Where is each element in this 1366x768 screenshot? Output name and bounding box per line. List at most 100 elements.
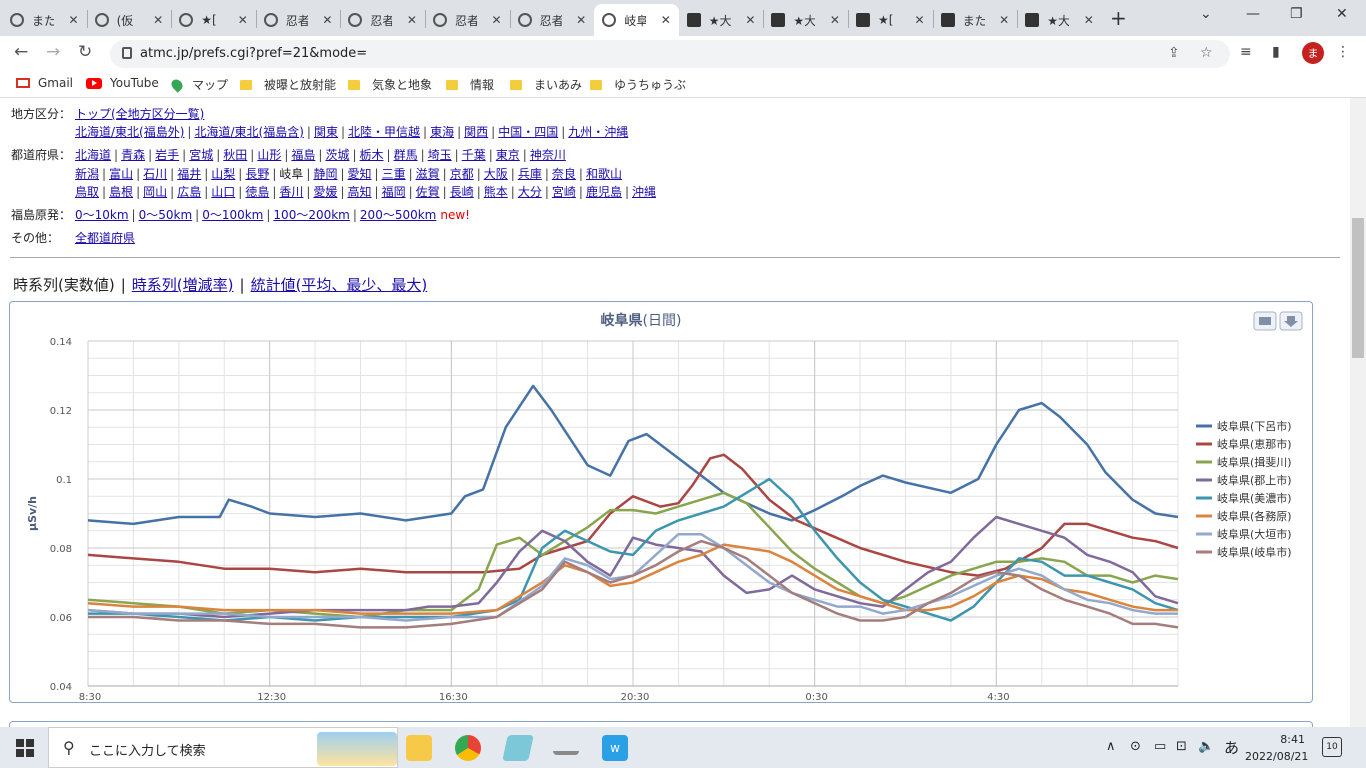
tab-search-icon[interactable]: ⌄ xyxy=(1200,6,1212,22)
pref-link[interactable]: 長野 xyxy=(245,167,269,181)
app-icon[interactable] xyxy=(553,741,579,755)
ime-indicator[interactable]: あ xyxy=(1224,737,1239,758)
legend-item[interactable]: 岐阜県(大垣市) xyxy=(1217,527,1292,541)
volume-icon[interactable]: 🔈 xyxy=(1198,739,1214,754)
region-link[interactable]: 東海 xyxy=(430,125,454,139)
pref-link[interactable]: 宮崎 xyxy=(552,185,576,199)
tab-close-icon[interactable]: ✕ xyxy=(238,13,248,27)
pref-link[interactable]: 北海道 xyxy=(75,148,111,162)
pref-link[interactable]: 奈良 xyxy=(552,167,576,181)
browser-tab[interactable]: また ✕ xyxy=(2,4,87,36)
mode-link-rate[interactable]: 時系列(増減率) xyxy=(132,276,234,294)
tab-close-icon[interactable]: ✕ xyxy=(576,13,586,27)
pref-link[interactable]: 和歌山 xyxy=(586,167,622,181)
legend-item[interactable]: 岐阜県(恵那市) xyxy=(1217,437,1292,451)
pref-link[interactable]: 富山 xyxy=(109,167,133,181)
pref-link[interactable]: 香川 xyxy=(279,185,303,199)
region-link[interactable]: 関西 xyxy=(464,125,488,139)
pref-link[interactable]: 岩手 xyxy=(155,148,179,162)
pref-link[interactable]: 沖縄 xyxy=(632,185,656,199)
tab-close-icon[interactable]: ✕ xyxy=(915,13,925,27)
pref-link[interactable]: 佐賀 xyxy=(416,185,440,199)
browser-tab[interactable]: ★大 ✕ xyxy=(1017,4,1102,36)
pref-link[interactable]: 秋田 xyxy=(223,148,247,162)
fukushima-link[interactable]: 0〜100km xyxy=(202,208,263,222)
bookmark-star-icon[interactable]: ☆ xyxy=(1200,45,1213,61)
browser-tab[interactable]: 岐阜 ✕ xyxy=(594,4,679,36)
browser-tab[interactable]: ★大 ✕ xyxy=(763,4,848,36)
pref-link[interactable]: 福島 xyxy=(291,148,315,162)
region-link[interactable]: 関東 xyxy=(314,125,338,139)
browser-tab[interactable]: 忍者 ✕ xyxy=(425,4,510,36)
pref-link[interactable]: 埼玉 xyxy=(428,148,452,162)
battery-icon[interactable]: ▭ xyxy=(1154,739,1166,754)
pref-link[interactable]: 熊本 xyxy=(484,185,508,199)
browser-tab[interactable]: 忍者 ✕ xyxy=(510,4,595,36)
pref-link[interactable]: 鹿児島 xyxy=(586,185,622,199)
pref-link[interactable]: 群馬 xyxy=(394,148,418,162)
close-window-button[interactable]: ✕ xyxy=(1336,6,1348,22)
pref-link[interactable]: 山梨 xyxy=(211,167,235,181)
tab-close-icon[interactable]: ✕ xyxy=(1084,13,1094,27)
pref-link[interactable]: 山口 xyxy=(211,185,235,199)
media-control-icon[interactable]: ≡ xyxy=(1240,44,1252,60)
pref-link[interactable]: 高知 xyxy=(348,185,372,199)
region-link[interactable]: 北陸・甲信越 xyxy=(348,125,420,139)
region-link[interactable]: 中国・四国 xyxy=(498,125,558,139)
word-app-icon[interactable]: w xyxy=(602,735,628,761)
pref-link[interactable]: 大分 xyxy=(518,185,542,199)
pref-link[interactable]: 宮城 xyxy=(189,148,213,162)
url-text[interactable]: atmc.jp/prefs.cgi?pref=21&mode= xyxy=(140,46,367,61)
minimize-button[interactable]: — xyxy=(1246,6,1260,22)
print-chart-button[interactable] xyxy=(1253,311,1277,331)
pref-link[interactable]: 三重 xyxy=(382,167,406,181)
tab-close-icon[interactable]: ✕ xyxy=(492,13,502,27)
bookmark-folder-3[interactable]: 情報 xyxy=(446,76,494,93)
maximize-button[interactable]: ❐ xyxy=(1290,6,1303,22)
pref-link[interactable]: 福井 xyxy=(177,167,201,181)
pref-link[interactable]: 千葉 xyxy=(462,148,486,162)
taskbar-clock[interactable]: 8:41 2022/08/21 xyxy=(1245,731,1308,765)
region-top-link[interactable]: トップ(全地方区分一覧) xyxy=(75,107,204,121)
pref-link[interactable]: 愛知 xyxy=(348,167,372,181)
pref-link[interactable]: 大阪 xyxy=(484,167,508,181)
notepad-icon[interactable] xyxy=(502,735,534,761)
browser-tab[interactable]: 忍者 ✕ xyxy=(340,4,425,36)
pref-link[interactable]: 神奈川 xyxy=(530,148,566,162)
bookmark-youtube[interactable]: YouTube xyxy=(86,76,159,90)
pref-link[interactable]: 広島 xyxy=(177,185,201,199)
bookmark-folder-2[interactable]: 気象と地象 xyxy=(348,76,432,93)
file-explorer-icon[interactable] xyxy=(406,735,432,761)
legend-item[interactable]: 岐阜県(美濃市) xyxy=(1217,491,1292,505)
tab-close-icon[interactable]: ✕ xyxy=(69,13,79,27)
fukushima-link[interactable]: 0〜50km xyxy=(139,208,193,222)
menu-icon[interactable]: ⋮ xyxy=(1336,44,1350,60)
fukushima-link[interactable]: 0〜10km xyxy=(75,208,129,222)
tab-close-icon[interactable]: ✕ xyxy=(407,13,417,27)
pref-link[interactable]: 岡山 xyxy=(143,185,167,199)
browser-tab[interactable]: ★[✕ xyxy=(848,4,933,36)
legend-item[interactable]: 岐阜県(揖斐川) xyxy=(1217,455,1292,469)
pref-link[interactable]: 青森 xyxy=(121,148,145,162)
tab-close-icon[interactable]: ✕ xyxy=(999,13,1009,27)
avatar[interactable]: ま xyxy=(1302,42,1324,64)
region-link[interactable]: 九州・沖縄 xyxy=(568,125,628,139)
share-icon[interactable]: ⇪ xyxy=(1168,45,1180,61)
pref-link[interactable]: 京都 xyxy=(450,167,474,181)
tab-close-icon[interactable]: ✕ xyxy=(661,13,671,27)
pref-link[interactable]: 栃木 xyxy=(360,148,384,162)
all-prefs-link[interactable]: 全都道府県 xyxy=(75,231,135,245)
pref-link[interactable]: 兵庫 xyxy=(518,167,542,181)
pref-link[interactable]: 徳島 xyxy=(245,185,269,199)
network-icon[interactable]: ⊡ xyxy=(1176,739,1187,754)
notification-badge[interactable]: 10 xyxy=(1322,737,1342,757)
download-chart-button[interactable] xyxy=(1279,311,1303,331)
tab-close-icon[interactable]: ✕ xyxy=(830,13,840,27)
region-link[interactable]: 北海道/東北(福島含) xyxy=(194,125,303,139)
tab-close-icon[interactable]: ✕ xyxy=(322,13,332,27)
pref-link[interactable]: 島根 xyxy=(109,185,133,199)
bookmark-folder-5[interactable]: ゆうちゅうぶ xyxy=(590,76,686,93)
back-button[interactable]: ← xyxy=(14,42,28,62)
browser-tab[interactable]: ★大 ✕ xyxy=(679,4,764,36)
legend-item[interactable]: 岐阜県(郡上市) xyxy=(1217,473,1292,487)
